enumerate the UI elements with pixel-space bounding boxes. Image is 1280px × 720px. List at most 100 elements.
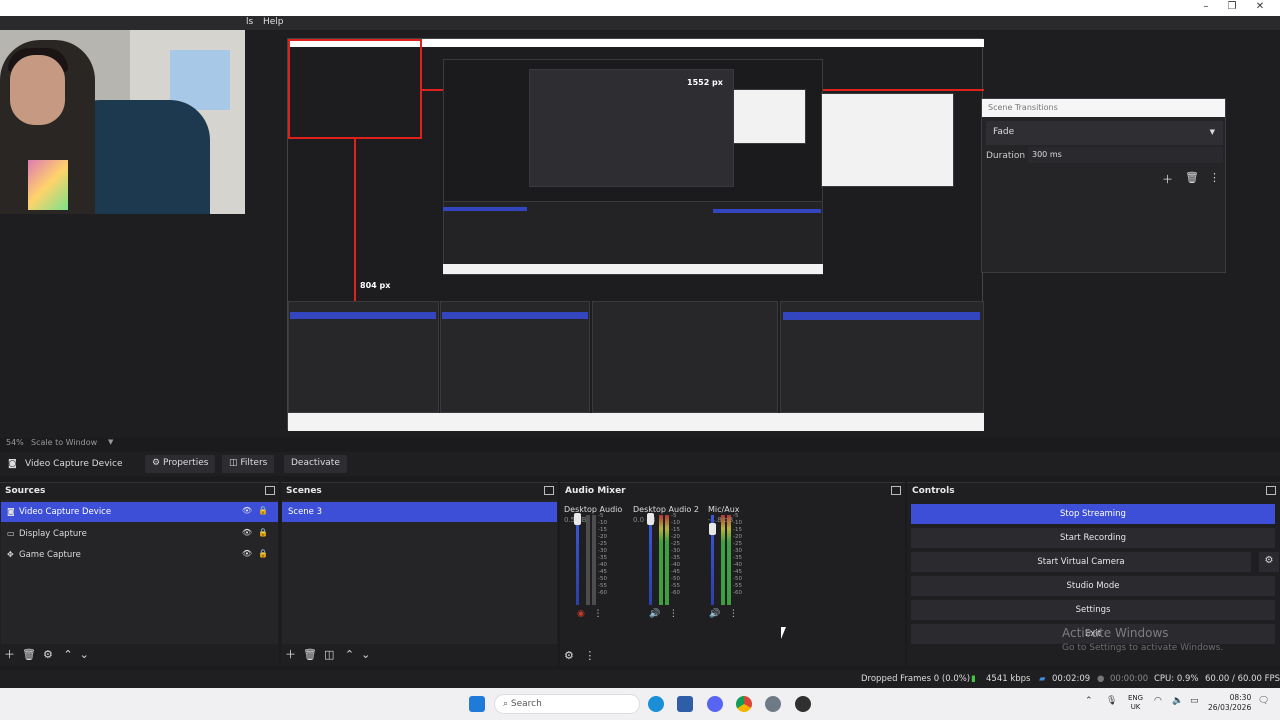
maximize-icon[interactable]: ❐ — [1222, 1, 1242, 12]
scene-item[interactable]: Scene 3 — [282, 502, 557, 522]
chevron-down-icon[interactable]: ▼ — [1210, 128, 1215, 136]
bitrate: 4541 kbps — [986, 674, 1031, 684]
source-item-display-capture[interactable]: ▭ Display Capture 👁 🔒 — [1, 524, 278, 544]
close-icon[interactable]: ✕ — [1250, 1, 1270, 12]
source-item-video-capture[interactable]: ◙ Video Capture Device 👁 🔒 — [1, 502, 278, 522]
lock-icon[interactable]: 🔒 — [258, 528, 268, 537]
menu-bar: ls Help — [0, 16, 1280, 30]
lock-icon[interactable]: 🔒 — [258, 506, 268, 515]
filters-button[interactable]: ◫ Filters — [222, 455, 275, 473]
store-icon[interactable] — [677, 696, 693, 712]
stop-streaming-button[interactable]: Stop Streaming — [911, 504, 1275, 524]
duration-input[interactable]: 300 ms — [1028, 147, 1223, 163]
fader-handle[interactable] — [647, 513, 654, 525]
mouse-cursor — [781, 627, 791, 639]
start-recording-button[interactable]: Start Recording — [911, 528, 1275, 548]
advanced-audio-icon[interactable]: ⚙ — [564, 649, 574, 662]
speaker-icon[interactable]: 🔊 — [709, 609, 720, 619]
menu-help[interactable]: Help — [263, 17, 284, 27]
record-time: 00:00:00 — [1110, 674, 1149, 684]
settings-app-icon[interactable] — [765, 696, 781, 712]
visibility-eye-icon[interactable]: 👁 — [242, 528, 252, 537]
studio-mode-button[interactable]: Studio Mode — [911, 576, 1275, 596]
popout-icon[interactable] — [891, 486, 901, 495]
gear-icon[interactable]: ⚙ — [43, 648, 53, 661]
popout-icon[interactable] — [1266, 486, 1276, 495]
chevron-down-icon[interactable]: ▼ — [108, 438, 113, 446]
signal-bars-icon: ▮ — [971, 674, 976, 684]
channel-buttons: ◉ ⋮ — [577, 609, 602, 619]
move-down-icon[interactable]: ⌄ — [80, 648, 89, 661]
start-virtual-camera-button[interactable]: Start Virtual Camera — [911, 552, 1251, 572]
volume-fader[interactable] — [649, 515, 652, 605]
dropped-frames: Dropped Frames 0 (0.0%) — [861, 674, 971, 684]
scale-row: 54% Scale to Window ▼ — [0, 438, 1280, 450]
fader-handle[interactable] — [709, 523, 716, 535]
microphone-icon[interactable]: 🎙 — [1106, 696, 1117, 706]
edge-icon[interactable] — [648, 696, 664, 712]
delete-transition-icon[interactable]: 🗑 — [1185, 171, 1199, 184]
visibility-eye-icon[interactable]: 👁 — [242, 506, 252, 515]
search-icon: ⌕ — [503, 699, 511, 709]
battery-icon[interactable]: ▭ — [1190, 696, 1199, 706]
more-options-icon[interactable]: ⋮ — [669, 609, 678, 619]
taskbar-search[interactable]: ⌕ Search — [494, 694, 640, 714]
more-options-icon[interactable]: ⋮ — [729, 609, 738, 619]
chrome-icon[interactable] — [736, 696, 752, 712]
streaming-icon: ▰ — [1039, 674, 1046, 684]
level-meter — [721, 515, 725, 605]
taskbar-clock[interactable]: 08:30 26/03/2026 — [1208, 693, 1251, 713]
popout-icon[interactable] — [544, 486, 554, 495]
visibility-eye-icon[interactable]: 👁 — [242, 549, 252, 558]
windows-start-icon[interactable] — [469, 696, 485, 712]
transition-select[interactable]: Fade — [986, 121, 1223, 145]
muted-speaker-icon[interactable]: ◉ — [577, 609, 585, 619]
selection-box[interactable] — [288, 39, 422, 139]
selected-source-name: Video Capture Device — [25, 459, 123, 469]
camera-icon: ◙ — [8, 459, 17, 469]
scale-mode-select[interactable]: Scale to Window — [31, 438, 97, 447]
deactivate-button[interactable]: Deactivate — [284, 455, 347, 473]
add-source-icon[interactable]: ＋ — [4, 648, 15, 661]
obs-icon[interactable] — [795, 696, 811, 712]
delete-scene-icon[interactable]: 🗑 — [303, 648, 317, 661]
fps: 60.00 / 60.00 FPS — [1205, 674, 1280, 684]
meter-ticks: -5 -10 -15 -20 -25 -30 -35 -40 -45 -50 -55 -60 — [671, 513, 680, 596]
popout-icon[interactable] — [265, 486, 275, 495]
volume-icon[interactable]: 🔈 — [1172, 696, 1183, 706]
input-language[interactable]: ENG UK — [1128, 694, 1143, 712]
fader-handle[interactable] — [574, 513, 581, 525]
status-bar: Dropped Frames 0 (0.0%) ▮ 4541 kbps ▰ 00… — [0, 670, 1280, 688]
wifi-icon[interactable]: ◠ — [1154, 696, 1162, 706]
preview-canvas[interactable]: 1552 px 804 px Scene Transitions Fade ▼ … — [0, 30, 1280, 438]
source-item-game-capture[interactable]: ✥ Game Capture 👁 🔒 — [1, 545, 278, 565]
move-down-icon[interactable]: ⌄ — [361, 648, 370, 661]
more-options-icon[interactable]: ⋮ — [584, 649, 595, 662]
sources-dock: Sources ◙ Video Capture Device 👁 🔒 ▭ Dis… — [0, 482, 279, 666]
settings-button[interactable]: Settings — [911, 600, 1275, 620]
add-transition-icon[interactable]: ＋ — [1162, 171, 1173, 187]
gear-icon[interactable]: ⚙ — [1259, 552, 1279, 572]
lock-icon[interactable]: 🔒 — [258, 549, 268, 558]
menu-tools[interactable]: ls — [246, 17, 253, 27]
add-scene-icon[interactable]: ＋ — [285, 648, 296, 661]
move-up-icon[interactable]: ⌃ — [345, 648, 354, 661]
properties-button[interactable]: ⚙ Properties — [145, 455, 216, 473]
discord-icon[interactable] — [707, 696, 723, 712]
controls-title: Controls — [912, 486, 955, 496]
monitor-icon: ▭ — [7, 529, 15, 538]
filter-icon[interactable]: ◫ — [324, 648, 334, 661]
stream-time: 00:02:09 — [1052, 674, 1091, 684]
volume-fader[interactable] — [576, 515, 579, 605]
more-options-icon[interactable]: ⋮ — [1209, 171, 1220, 184]
more-options-icon[interactable]: ⋮ — [593, 609, 602, 619]
audio-mixer-title: Audio Mixer — [565, 486, 626, 496]
chevron-up-icon[interactable]: ⌃ — [1085, 696, 1093, 706]
properties-label: Properties — [162, 458, 209, 468]
move-up-icon[interactable]: ⌃ — [63, 648, 72, 661]
minimize-icon[interactable]: – — [1196, 1, 1216, 12]
delete-source-icon[interactable]: 🗑 — [22, 648, 36, 661]
recording-icon: ● — [1097, 674, 1105, 684]
notification-icon[interactable]: 🗨 — [1258, 696, 1269, 706]
speaker-icon[interactable]: 🔊 — [649, 609, 660, 619]
